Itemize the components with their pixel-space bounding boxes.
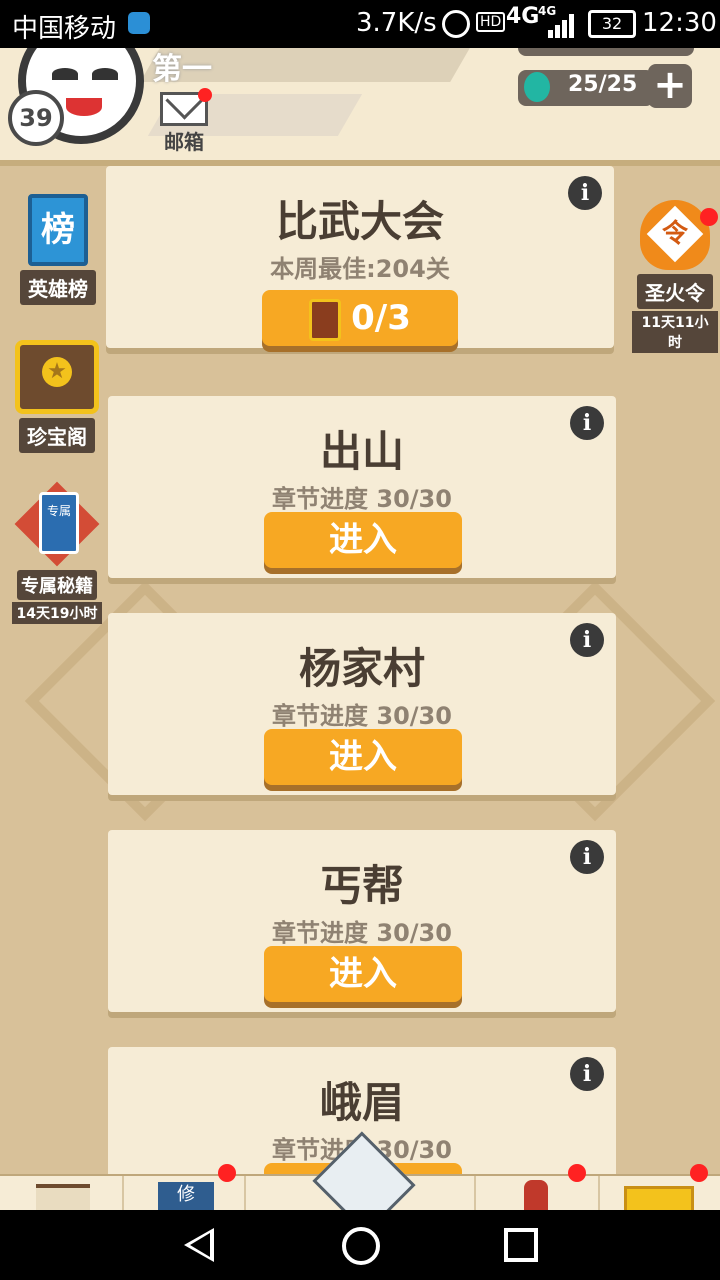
network-type: 4G (506, 4, 540, 29)
player-level-badge: 39 (8, 90, 64, 146)
chapter-card: i 丐帮 章节进度 30/30 进入 (108, 830, 616, 1012)
clock: 12:30 (642, 8, 717, 38)
info-icon[interactable]: i (570, 406, 604, 440)
tab-cultivate[interactable]: 修 (124, 1164, 246, 1212)
chapter-progress: 章节进度 30/30 (272, 702, 452, 730)
treasure-pavilion-label: 珍宝阁 (19, 418, 95, 453)
hd-icon: HD (476, 12, 506, 32)
tab-sect[interactable] (600, 1164, 720, 1218)
hero-ranking-label: 英雄榜 (20, 270, 96, 305)
mailbox-label: 邮箱 (164, 130, 204, 154)
cultivate-book-icon: 修 (158, 1182, 214, 1212)
alarm-icon (442, 10, 470, 38)
bottom-tab-bar: 修 (0, 1131, 720, 1235)
network-speed: 3.7K/s (356, 8, 437, 38)
chapter-title: 峨眉 (319, 1078, 404, 1127)
secret-book-timer: 14天19小时 (12, 602, 102, 624)
avatar-mouth-icon (66, 98, 102, 116)
signal-icon (540, 14, 574, 38)
holy-fire-token-label: 圣火令 (637, 274, 713, 309)
chapter-card: i 出山 章节进度 30/30 进入 (108, 396, 616, 578)
battery-icon: 32 (588, 10, 636, 38)
enter-button[interactable]: 进入 (264, 729, 462, 785)
secret-book-icon: 专属 (14, 481, 100, 567)
resource-bar-top (518, 48, 694, 56)
chat-notification-icon (128, 12, 150, 34)
book-cover: 专属 (39, 492, 79, 554)
add-stamina-button[interactable]: + (648, 64, 692, 108)
chapter-progress: 章节进度 30/30 (272, 485, 452, 513)
chapter-title: 出山 (319, 427, 404, 476)
avatar-eye-icon (92, 68, 118, 80)
chapter-title: 杨家村 (298, 644, 425, 693)
contest-enter-button[interactable]: 0/3 (262, 290, 458, 346)
notification-dot (198, 88, 212, 102)
contest-card: i 比武大会 本周最佳:204关 0/3 (106, 166, 614, 348)
holy-fire-token-timer: 11天11小时 (632, 311, 718, 353)
enter-button[interactable]: 进入 (264, 512, 462, 568)
secret-book-label: 专属秘籍 (17, 570, 97, 600)
tab-items[interactable] (476, 1164, 600, 1212)
status-bar: 中国移动 3.7K/s HD 4G 4G 32 12:30 (0, 0, 720, 48)
carrier-name: 中国移动 (12, 14, 117, 44)
notification-dot (568, 1164, 586, 1182)
chapter-list[interactable]: i 比武大会 本周最佳:204关 0/3 i 出山 章节进度 30/30 进入 … (0, 166, 720, 1174)
ranking-banner-icon: 榜 (28, 194, 88, 266)
contest-title: 比武大会 (275, 197, 444, 246)
recent-apps-icon[interactable] (504, 1228, 538, 1262)
tab-battle[interactable] (246, 1131, 476, 1235)
contest-best-record: 本周最佳:204关 (270, 255, 450, 283)
notification-dot (700, 208, 718, 226)
holy-fire-token-button[interactable]: 令 圣火令 11天11小时 (632, 200, 718, 353)
jade-drop-icon (524, 72, 550, 102)
treasure-pavilion-button[interactable]: 珍宝阁 (12, 340, 102, 453)
back-icon[interactable] (184, 1228, 214, 1262)
treasure-chest-icon (15, 340, 99, 414)
ticket-icon (309, 298, 342, 341)
gourd-icon (524, 1180, 548, 1212)
avatar-eye-icon (52, 68, 78, 80)
tab-scroll[interactable] (0, 1176, 124, 1216)
ticket-count: 0/3 (351, 298, 411, 338)
mailbox-button[interactable]: 邮箱 (156, 88, 212, 154)
hero-ranking-button[interactable]: 榜 英雄榜 (14, 194, 102, 305)
home-icon[interactable] (342, 1227, 380, 1265)
info-icon[interactable]: i (568, 176, 602, 210)
token-glyph: 令 (661, 218, 689, 249)
notification-dot (218, 1164, 236, 1182)
secret-book-button[interactable]: 专属 专属秘籍 14天19小时 (12, 481, 102, 624)
info-icon[interactable]: i (570, 1057, 604, 1091)
notification-dot (690, 1164, 708, 1182)
stamina-count: 25/25 (568, 72, 638, 97)
system-navigation-bar (0, 1210, 720, 1280)
chapter-title: 丐帮 (319, 861, 404, 910)
info-icon[interactable]: i (570, 623, 604, 657)
chapter-progress: 章节进度 30/30 (272, 919, 452, 947)
enter-button[interactable]: 进入 (264, 946, 462, 1002)
chapter-card: i 杨家村 章节进度 30/30 进入 (108, 613, 616, 795)
player-header: 第一 39 邮箱 25/25 + (0, 48, 720, 166)
holy-fire-token-icon: 令 (640, 200, 710, 270)
info-icon[interactable]: i (570, 840, 604, 874)
